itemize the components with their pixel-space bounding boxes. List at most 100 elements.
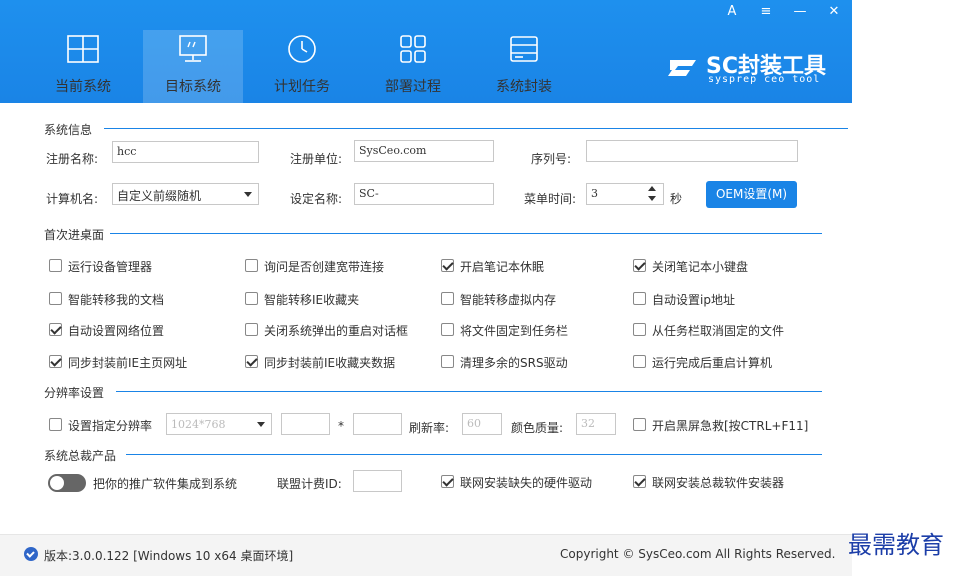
checkbox-box[interactable]	[49, 259, 62, 272]
checkbox-box[interactable]	[49, 292, 62, 305]
tab-label: 当前系统	[55, 79, 111, 95]
spin-up-icon[interactable]	[648, 186, 656, 191]
section-divider	[104, 128, 848, 129]
header-bar: A ≡ — ✕ 当前系统 目标系统 计划任务 部署过程 系统封装 SC封装工具 …	[0, 0, 852, 103]
reg-org-input[interactable]: SysCeo.com	[354, 140, 494, 162]
tab-label: 计划任务	[274, 79, 330, 95]
tab-scheduled-tasks[interactable]: 计划任务	[252, 30, 352, 103]
menu-time-unit: 秒	[670, 192, 683, 206]
checkbox-label: 询问是否创建宽带连接	[264, 260, 385, 274]
checkbox-label: 开启黑屏急救[按CTRL+F11]	[652, 419, 809, 433]
checkbox-label: 智能转移我的文档	[68, 293, 165, 307]
alliance-id-label: 联盟计费ID:	[277, 477, 342, 491]
chevron-down-icon	[257, 422, 265, 427]
copyright-text: Copyright © SysCeo.com All Rights Reserv…	[560, 547, 836, 561]
checkbox-box[interactable]	[441, 355, 454, 368]
serial-input[interactable]	[586, 140, 798, 162]
checkbox-label: 自动设置ip地址	[652, 293, 735, 307]
checkbox-box[interactable]	[633, 355, 646, 368]
section-title-resolution: 分辨率设置	[44, 386, 105, 400]
grid-squares-icon	[400, 35, 426, 63]
checkbox-box[interactable]	[245, 355, 258, 368]
computer-name-label: 计算机名:	[46, 192, 99, 206]
checkbox-label: 关闭系统弹出的重启对话框	[264, 324, 409, 338]
checkbox-box[interactable]	[441, 323, 454, 336]
checkbox-label: 运行完成后重启计算机	[652, 356, 773, 370]
skin-button[interactable]: A	[722, 4, 742, 20]
checkbox-box[interactable]	[245, 323, 258, 336]
drive-icon	[510, 36, 538, 62]
checkbox-label: 将文件固定到任务栏	[460, 324, 569, 338]
tab-system-package[interactable]: 系统封装	[474, 30, 574, 103]
computer-name-select[interactable]: 自定义前缀随机	[112, 183, 259, 205]
checkbox-box[interactable]	[49, 418, 62, 431]
checkbox-box[interactable]	[441, 292, 454, 305]
color-quality-label: 颜色质量:	[511, 421, 564, 435]
checkbox-box[interactable]	[49, 355, 62, 368]
promote-toggle[interactable]	[48, 474, 86, 492]
checkbox-label: 同步封装前IE收藏夹数据	[264, 356, 396, 370]
section-divider	[110, 233, 822, 234]
resolution-select[interactable]: 1024*768	[166, 413, 272, 435]
alliance-id-input[interactable]	[353, 470, 402, 492]
checkbox-box[interactable]	[633, 292, 646, 305]
windows-grid-icon	[67, 35, 99, 63]
serial-label: 序列号:	[531, 152, 572, 166]
times-sign: *	[338, 419, 344, 433]
checkbox-box[interactable]	[633, 259, 646, 272]
logo-icon	[668, 60, 696, 76]
height-input[interactable]	[353, 413, 402, 435]
checkbox-label: 联网安装缺失的硬件驱动	[460, 476, 593, 490]
tab-target-system[interactable]: 目标系统	[143, 30, 243, 103]
spin-down-icon[interactable]	[648, 196, 656, 201]
menu-time-spinner[interactable]	[645, 183, 659, 205]
section-title-products: 系统总裁产品	[44, 449, 117, 463]
tab-current-system[interactable]: 当前系统	[33, 30, 133, 103]
tab-label: 目标系统	[165, 79, 221, 95]
minimize-button[interactable]: —	[790, 4, 810, 20]
checkbox-label: 设置指定分辨率	[68, 419, 153, 433]
monitor-icon	[179, 35, 207, 62]
reg-name-input[interactable]: hcc	[112, 141, 259, 163]
section-divider	[116, 391, 822, 392]
tab-deploy-process[interactable]: 部署过程	[363, 30, 463, 103]
checkbox-label: 联网安装总裁软件安装器	[652, 476, 785, 490]
refresh-rate-input[interactable]: 60	[462, 413, 502, 435]
section-title-sysinfo: 系统信息	[44, 123, 93, 137]
watermark: 最需教育	[848, 531, 944, 559]
checkbox-box[interactable]	[49, 323, 62, 336]
logo-subtitle: sysprep ceo tool	[708, 74, 821, 85]
checkbox-label: 同步封装前IE主页网址	[68, 356, 188, 370]
section-title-firstboot: 首次进桌面	[44, 228, 105, 242]
checkbox-box[interactable]	[633, 418, 646, 431]
close-button[interactable]: ✕	[824, 4, 844, 20]
color-quality-input[interactable]: 32	[576, 413, 616, 435]
checkbox-box[interactable]	[245, 292, 258, 305]
refresh-rate-label: 刷新率:	[409, 421, 450, 435]
reg-org-label: 注册单位:	[290, 152, 343, 166]
checkbox-box[interactable]	[633, 323, 646, 336]
app-logo: SC封装工具 sysprep ceo tool	[666, 48, 846, 88]
checkbox-label: 从任务栏取消固定的文件	[652, 324, 785, 338]
checkbox-label: 智能转移虚拟内存	[460, 293, 557, 307]
toggle-knob	[50, 476, 64, 490]
status-bar: 版本:3.0.0.122 [Windows 10 x64 桌面环境] Copyr…	[0, 534, 852, 576]
set-name-input[interactable]: SC-	[354, 183, 494, 205]
clock-icon	[288, 35, 316, 63]
promote-label: 把你的推广软件集成到系统	[93, 477, 238, 491]
set-name-label: 设定名称:	[290, 192, 343, 206]
checkbox-label: 开启笔记本休眠	[460, 260, 545, 274]
checkbox-label: 关闭笔记本小键盘	[652, 260, 749, 274]
checkbox-label: 清理多余的SRS驱动	[460, 356, 568, 370]
checkbox-box[interactable]	[441, 259, 454, 272]
tab-label: 部署过程	[385, 79, 441, 95]
chevron-down-icon	[244, 192, 252, 197]
checkbox-box[interactable]	[441, 475, 454, 488]
menu-button[interactable]: ≡	[756, 4, 776, 20]
computer-name-value: 自定义前缀随机	[117, 189, 202, 203]
oem-settings-button[interactable]: OEM设置(M)	[706, 181, 797, 208]
checkbox-box[interactable]	[245, 259, 258, 272]
checkbox-label: 自动设置网络位置	[68, 324, 165, 338]
width-input[interactable]	[281, 413, 330, 435]
checkbox-box[interactable]	[633, 475, 646, 488]
